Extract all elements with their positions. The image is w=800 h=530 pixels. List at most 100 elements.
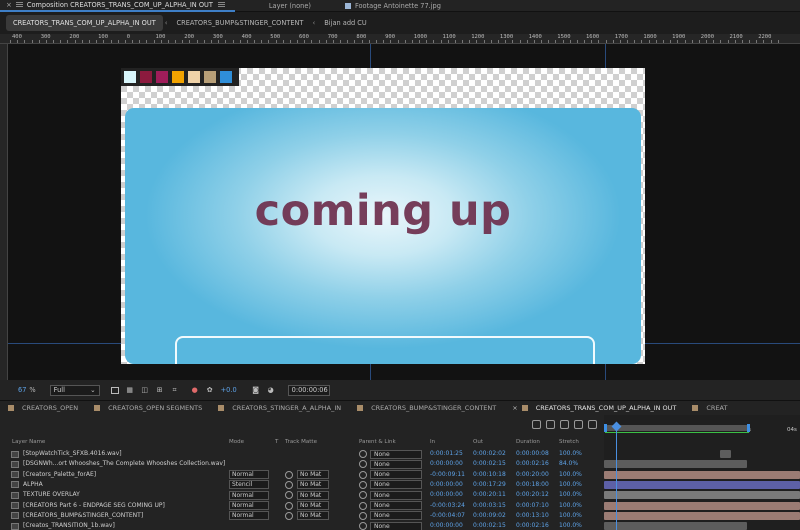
col-track-matte[interactable]: Track Matte: [285, 439, 317, 445]
layer-duration[interactable]: 0:00:02:16: [516, 460, 549, 467]
layer-row[interactable]: [DSGNWh...ort Whooshes_The Complete Whoo…: [0, 459, 604, 469]
blend-mode-dropdown[interactable]: Normal: [229, 511, 269, 521]
transparency-grid-icon[interactable]: ▦: [125, 385, 135, 395]
guides-icon[interactable]: ⊞: [155, 385, 165, 395]
parent-dropdown[interactable]: None: [370, 459, 422, 469]
comp-tab[interactable]: CREATORS_BUMP&STINGER_CONTENT: [170, 15, 311, 31]
layer-stretch[interactable]: 100.0%: [559, 471, 582, 478]
parent-pickwhip-icon[interactable]: [359, 501, 367, 510]
parent-pickwhip-icon[interactable]: [359, 491, 367, 500]
zoom-value[interactable]: 67: [18, 386, 26, 394]
col-t[interactable]: T: [275, 439, 278, 445]
pickwhip-icon[interactable]: [285, 511, 293, 520]
layer-duration[interactable]: 0:00:20:12: [516, 491, 549, 498]
region-of-interest-icon[interactable]: [110, 385, 120, 395]
parent-dropdown[interactable]: None: [370, 490, 422, 500]
col-stretch[interactable]: Stretch: [559, 439, 579, 445]
layer-name[interactable]: [StopWatchTick_SFXB.4016.wav]: [23, 450, 122, 457]
resolution-dropdown[interactable]: Full ⌄: [49, 384, 100, 396]
blend-mode-dropdown[interactable]: Stencil: [229, 480, 269, 490]
crop-icon[interactable]: ⌗: [170, 385, 180, 395]
parent-pickwhip-icon[interactable]: [359, 511, 367, 520]
timeline-tracks[interactable]: 0:00f01s02s03s04s: [604, 415, 800, 530]
shy-layers-icon[interactable]: [546, 420, 555, 429]
blend-mode-dropdown[interactable]: Normal: [229, 490, 269, 500]
blend-mode-dropdown[interactable]: Normal: [229, 501, 269, 510]
parent-pickwhip-icon[interactable]: [359, 480, 367, 489]
pickwhip-icon[interactable]: [285, 491, 293, 500]
track-matte-dropdown[interactable]: No Mat: [297, 511, 329, 521]
parent-pickwhip-icon[interactable]: [359, 460, 367, 469]
timeline-tab[interactable]: CREATORS_BUMP&STINGER_CONTENT: [349, 401, 504, 415]
layer-name[interactable]: TEXTURE OVERLAY: [23, 491, 80, 498]
layer-duration-bar[interactable]: [604, 480, 800, 489]
layer-stretch[interactable]: 100.0%: [559, 450, 582, 457]
close-icon[interactable]: ×: [6, 1, 12, 9]
exposure-value[interactable]: +0.0: [221, 386, 237, 394]
layer-stretch[interactable]: 84.0%: [559, 460, 578, 467]
layer-in-time[interactable]: -0:00:04:07: [430, 512, 465, 519]
layer-stretch[interactable]: 100.0%: [559, 512, 582, 519]
timeline-tab[interactable]: CREAT: [684, 401, 735, 415]
parent-dropdown[interactable]: None: [370, 470, 422, 480]
layer-in-time[interactable]: 0:00:00:00: [430, 522, 463, 529]
layer-duration[interactable]: 0:00:13:10: [516, 512, 549, 519]
col-out[interactable]: Out: [473, 439, 483, 445]
graph-editor-icon[interactable]: [588, 420, 597, 429]
camera-snapshot-icon[interactable]: ◙: [251, 385, 261, 395]
timeline-tab[interactable]: CREATORS_OPEN: [0, 401, 86, 415]
layer-in-time[interactable]: -0:00:03:24: [430, 502, 465, 509]
parent-dropdown[interactable]: None: [370, 521, 422, 530]
layer-out-time[interactable]: 0:00:09:02: [473, 512, 506, 519]
col-duration[interactable]: Duration: [516, 439, 540, 445]
pickwhip-icon[interactable]: [285, 501, 293, 510]
track-matte-dropdown[interactable]: No Mat: [297, 480, 329, 490]
parent-pickwhip-icon[interactable]: [359, 450, 367, 458]
layer-duration[interactable]: 0:00:20:00: [516, 471, 549, 478]
current-time-field[interactable]: 0:00:00:06: [287, 384, 330, 396]
comp-tab-active[interactable]: CREATORS_TRANS_COM_UP_ALPHA_IN OUT: [6, 15, 163, 31]
layer-out-time[interactable]: 0:00:20:11: [473, 491, 506, 498]
work-area-bar[interactable]: [605, 425, 749, 431]
layer-stretch[interactable]: 100.0%: [559, 522, 582, 529]
vertical-ruler[interactable]: [0, 44, 8, 380]
layer-duration[interactable]: 0:00:07:10: [516, 502, 549, 509]
layer-name[interactable]: [Creatos_TRANSITION_1b.wav]: [23, 522, 115, 529]
layer-duration[interactable]: 0:00:00:08: [516, 450, 549, 457]
col-layer-name[interactable]: Layer Name: [12, 439, 45, 445]
layer-name[interactable]: [Creators_Palette_forAE]: [23, 471, 96, 478]
horizontal-ruler[interactable]: 400 300 200 100 0 100 200 300 400 500 600 700 800 900…: [0, 34, 800, 44]
layer-row[interactable]: TEXTURE OVERLAY Normal No Mat None 0:00:00:0…: [0, 490, 604, 500]
work-area-end-handle[interactable]: [747, 424, 750, 432]
layer-stretch[interactable]: 100.0%: [559, 491, 582, 498]
layer-out-time[interactable]: 0:00:02:15: [473, 522, 506, 529]
pickwhip-icon[interactable]: [285, 470, 293, 479]
layer-in-time[interactable]: 0:00:00:00: [430, 460, 463, 467]
blend-mode-dropdown[interactable]: Normal: [229, 470, 269, 480]
playhead-line[interactable]: [616, 423, 617, 530]
col-in[interactable]: In: [430, 439, 435, 445]
parent-dropdown[interactable]: None: [370, 501, 422, 510]
layer-row[interactable]: ALPHA Stencil No Mat None 0:00:00:00 0:00:17:…: [0, 480, 604, 490]
comp-canvas[interactable]: coming up: [121, 68, 645, 364]
layer-row[interactable]: [CREATORS_BUMP&STINGER_CONTENT] Normal No …: [0, 511, 604, 521]
layer-duration-bar[interactable]: [604, 460, 748, 469]
panel-menu-icon[interactable]: [15, 2, 23, 7]
parent-dropdown[interactable]: None: [370, 511, 422, 521]
color-management-icon[interactable]: ✿: [205, 385, 215, 395]
layer-in-time[interactable]: 0:00:01:25: [430, 450, 463, 457]
layer-row[interactable]: [Creatos_TRANSITION_1b.wav] None 0:00:00:0…: [0, 521, 604, 530]
panel-menu-icon[interactable]: [217, 2, 225, 7]
close-icon[interactable]: ×: [512, 404, 517, 412]
comp-tab[interactable]: Bijan add CU: [317, 15, 373, 31]
mask-visibility-icon[interactable]: ◫: [140, 385, 150, 395]
layer-duration-bar[interactable]: [719, 450, 732, 458]
composition-viewer[interactable]: coming up: [8, 44, 800, 380]
parent-dropdown[interactable]: None: [370, 449, 422, 459]
timeline-tab-active[interactable]: × CREATORS_TRANS_COM_UP_ALPHA_IN OUT: [504, 401, 684, 415]
layer-duration-bar[interactable]: [604, 511, 800, 520]
timeline-tab[interactable]: CREATORS_OPEN SEGMENTS: [86, 401, 210, 415]
footage-panel-tab[interactable]: Footage Antoinette 77.jpg: [339, 0, 447, 12]
layer-in-time[interactable]: -0:00:09:11: [430, 471, 465, 478]
layer-out-time[interactable]: 0:00:02:15: [473, 460, 506, 467]
